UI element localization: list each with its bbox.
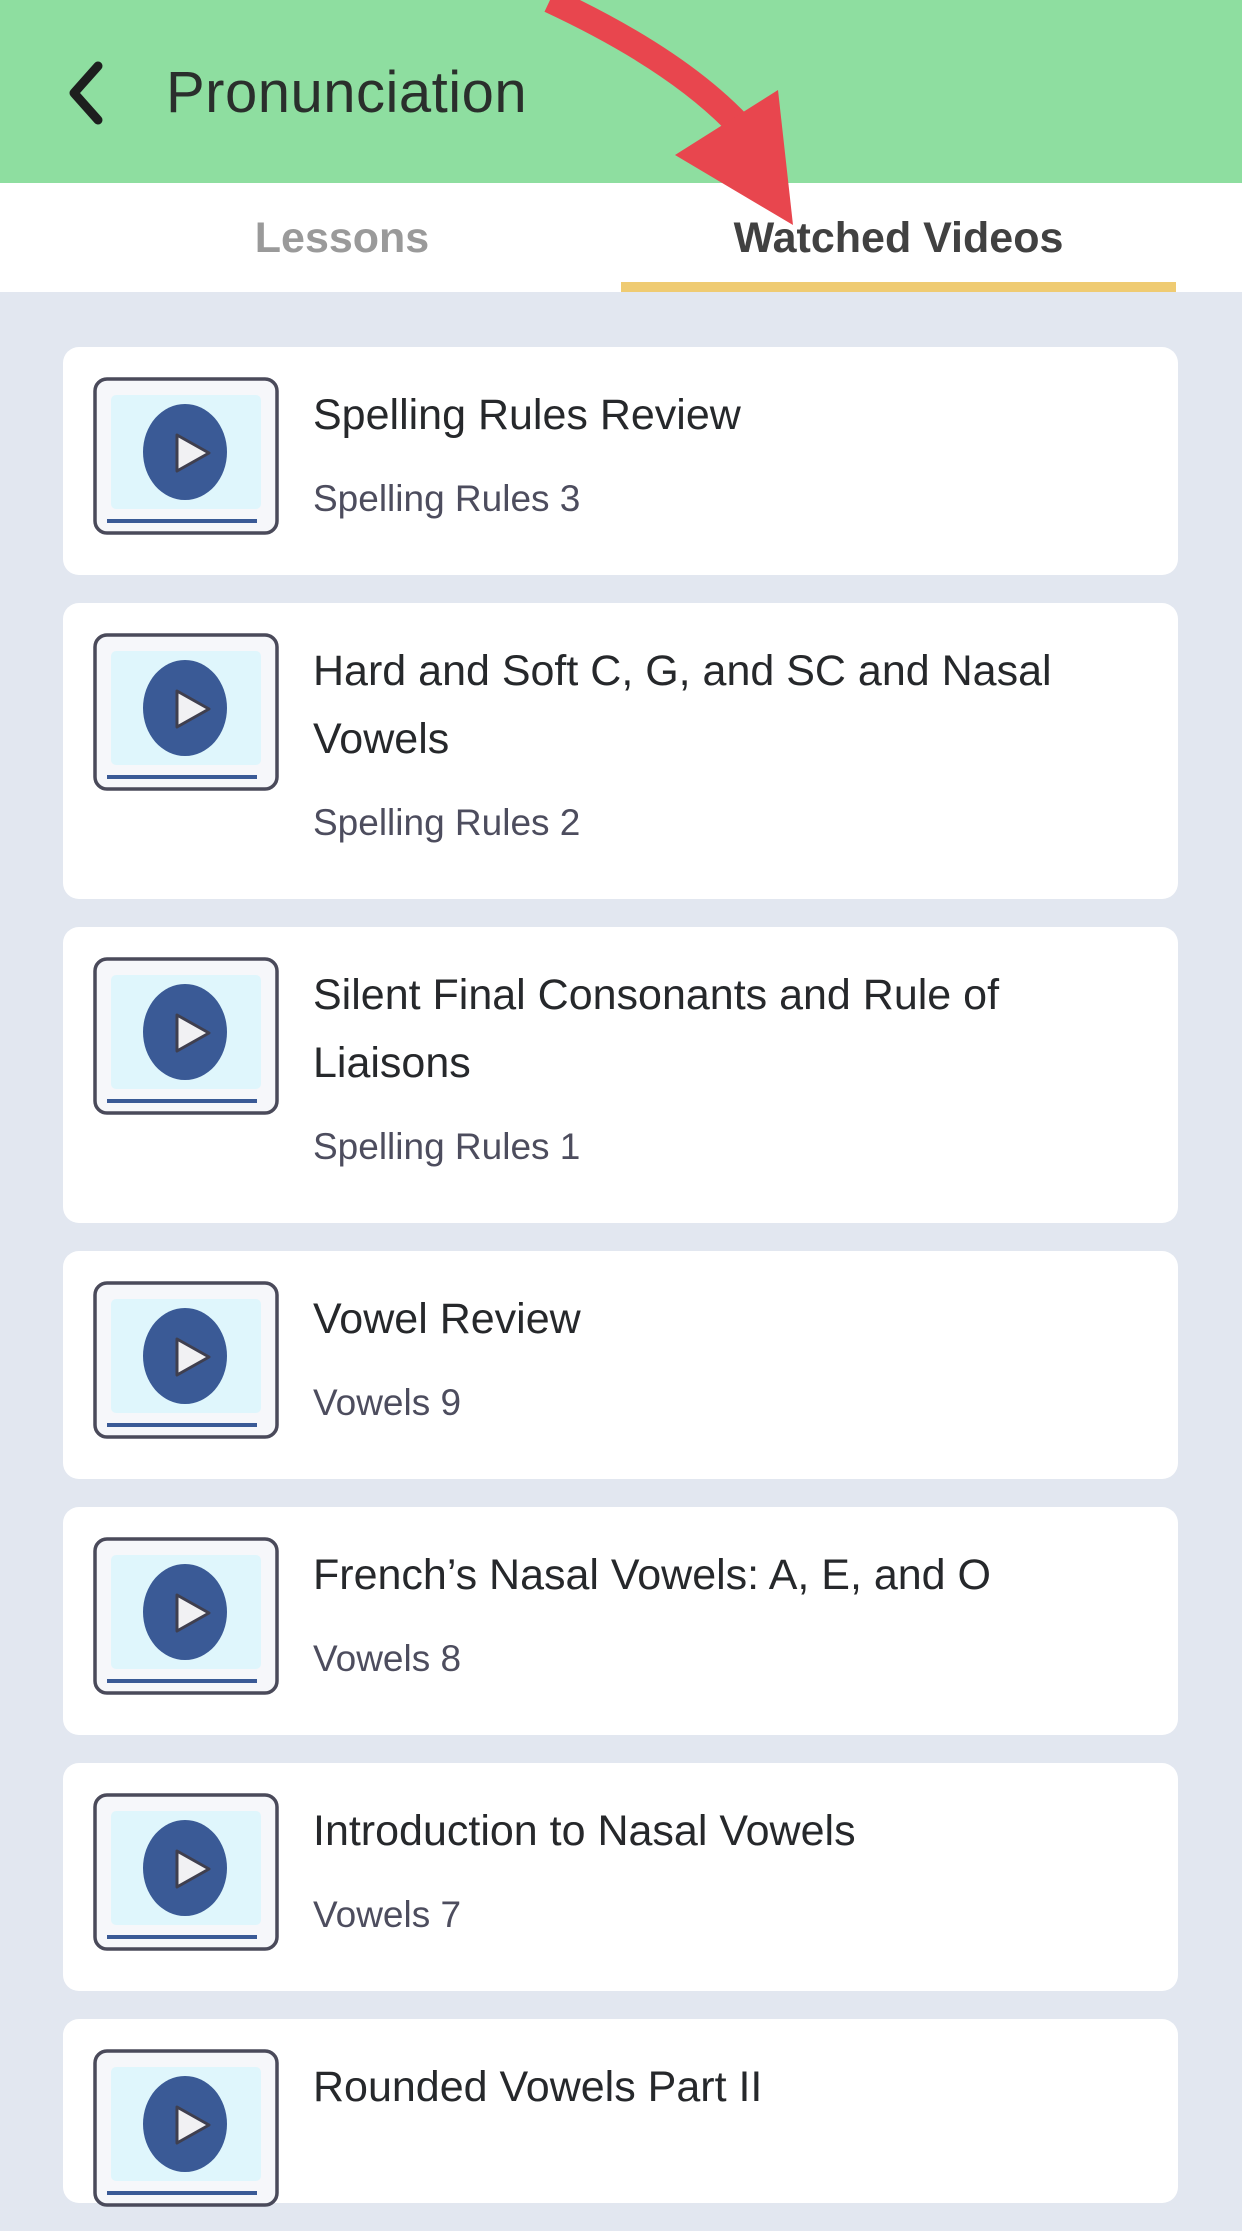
video-title: French’s Nasal Vowels: A, E, and O — [313, 1551, 991, 1599]
video-subtitle: Vowels 9 — [313, 1382, 462, 1423]
page-title: Pronunciation — [166, 60, 528, 125]
watched-videos-list: Spelling Rules Review Spelling Rules 3 H… — [63, 347, 1178, 2231]
video-title: Hard and Soft C, G, and SC and Nasal Vow… — [313, 647, 1052, 763]
video-thumbnail-icon — [93, 1537, 279, 1695]
video-thumbnail-icon — [93, 957, 279, 1115]
video-title: Introduction to Nasal Vowels — [313, 1807, 856, 1855]
video-thumbnail-icon — [93, 633, 279, 791]
video-thumbnail-icon — [93, 377, 279, 535]
video-list-item[interactable]: Rounded Vowels Part II — [63, 2019, 1178, 2207]
video-subtitle: Spelling Rules 2 — [313, 802, 581, 843]
video-thumbnail-icon — [93, 1281, 279, 1439]
video-subtitle: Vowels 7 — [313, 1894, 462, 1935]
video-list-item[interactable]: Spelling Rules Review Spelling Rules 3 — [63, 347, 1178, 575]
video-subtitle: Spelling Rules 3 — [313, 478, 581, 519]
chevron-left-icon[interactable] — [62, 58, 112, 128]
video-list-item[interactable]: Vowel Review Vowels 9 — [63, 1251, 1178, 1479]
video-subtitle: Spelling Rules 1 — [313, 1126, 581, 1167]
video-thumbnail-icon — [93, 1793, 279, 1951]
video-list-item[interactable]: Introduction to Nasal Vowels Vowels 7 — [63, 1763, 1178, 1991]
active-tab-indicator — [621, 282, 1176, 292]
video-title: Vowel Review — [313, 1295, 581, 1343]
video-subtitle: Vowels 8 — [313, 1638, 462, 1679]
video-thumbnail-icon — [93, 2049, 279, 2207]
video-list-item[interactable]: French’s Nasal Vowels: A, E, and O Vowel… — [63, 1507, 1178, 1735]
tab-watched-videos[interactable]: Watched Videos — [621, 213, 1176, 263]
tab-lessons[interactable]: Lessons — [0, 213, 684, 263]
video-list-item[interactable]: Silent Final Consonants and Rule of Liai… — [63, 927, 1178, 1223]
app-header: Pronunciation — [0, 0, 1242, 183]
video-title: Silent Final Consonants and Rule of Liai… — [313, 971, 1000, 1087]
video-title: Spelling Rules Review — [313, 391, 741, 439]
tab-bar: Lessons Watched Videos — [0, 183, 1242, 292]
video-list-item[interactable]: Hard and Soft C, G, and SC and Nasal Vow… — [63, 603, 1178, 899]
video-title: Rounded Vowels Part II — [313, 2063, 763, 2111]
